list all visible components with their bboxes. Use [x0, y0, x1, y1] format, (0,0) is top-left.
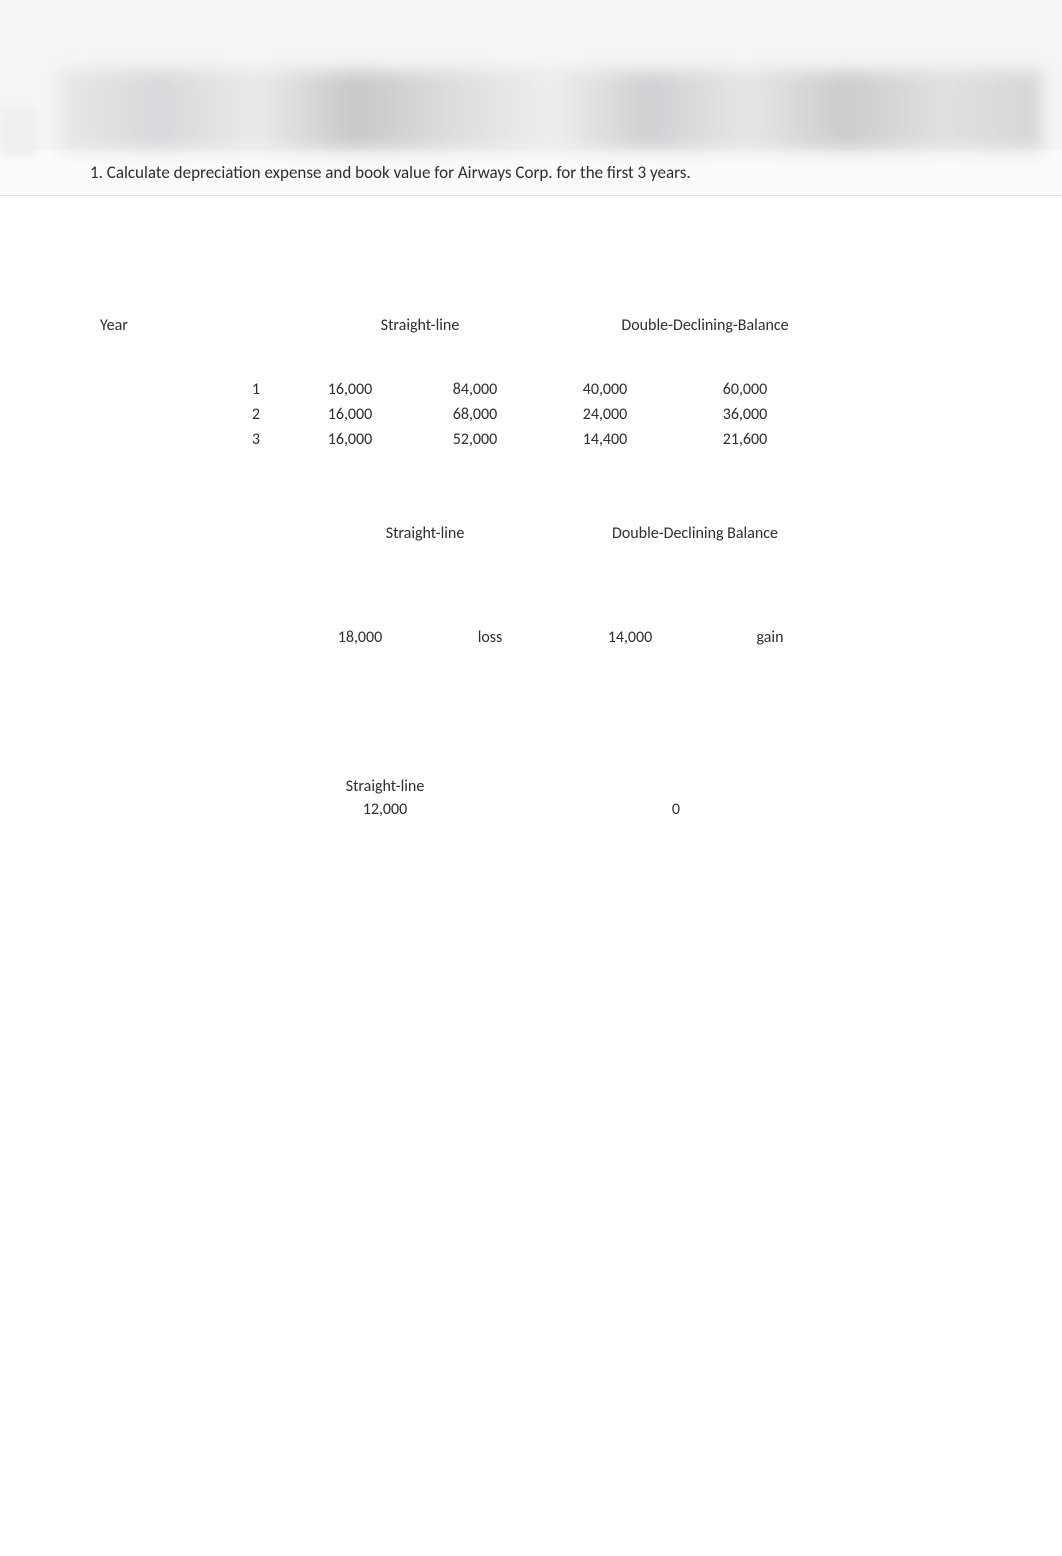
ddb-amount-cell: 14,000	[560, 628, 700, 647]
table-row: 3 16,000 52,000 14,400 21,600	[100, 430, 982, 449]
sidebar-handle	[0, 108, 35, 156]
sl-bv-cell: 68,000	[410, 405, 540, 424]
sl-depr-cell: 16,000	[290, 405, 410, 424]
ddb-depr-cell: 14,400	[540, 430, 670, 449]
year-cell: 1	[100, 380, 290, 399]
sl-depr-cell: 16,000	[290, 380, 410, 399]
ddb-bv-cell: 21,600	[670, 430, 820, 449]
table-row: 2 16,000 68,000 24,000 36,000	[100, 405, 982, 424]
sl-bv-cell: 52,000	[410, 430, 540, 449]
ddb-bv-cell: 60,000	[670, 380, 820, 399]
table2-header: Straight-line Double-Declining Balance	[100, 524, 982, 543]
section-gain-loss: Straight-line Double-Declining Balance 1…	[100, 524, 982, 647]
sl-bv-cell: 84,000	[410, 380, 540, 399]
sl-depr-cell: 16,000	[290, 430, 410, 449]
year-column-header: Year	[100, 316, 160, 335]
table-row: 1 16,000 84,000 40,000 60,000	[100, 380, 982, 399]
sl-amount-cell: 18,000	[300, 628, 420, 647]
header-area: 1. Calculate depreciation expense and bo…	[0, 0, 1062, 196]
ddb-result-cell: gain	[700, 628, 840, 647]
year-cell: 2	[100, 405, 290, 424]
straight-line-header-2: Straight-line	[315, 524, 535, 543]
sl-result-cell: loss	[420, 628, 560, 647]
ddb-depr-cell: 40,000	[540, 380, 670, 399]
table3-value-2: 0	[470, 800, 720, 819]
table2-row: 18,000 loss 14,000 gain	[100, 628, 982, 647]
table3-header: Straight-line	[100, 777, 982, 796]
section-final: Straight-line 12,000 0	[100, 777, 982, 819]
ddb-header: Double-Declining-Balance	[555, 316, 855, 335]
year-cell: 3	[100, 430, 290, 449]
ddb-bv-cell: 36,000	[670, 405, 820, 424]
blurred-content	[60, 70, 1042, 150]
straight-line-header: Straight-line	[315, 316, 525, 335]
table1-header: Year Straight-line Double-Declining-Bala…	[100, 316, 982, 335]
ddb-depr-cell: 24,000	[540, 405, 670, 424]
content-area: Year Straight-line Double-Declining-Bala…	[0, 196, 1062, 819]
table3-row: 12,000 0	[100, 800, 982, 819]
ddb-header-2: Double-Declining Balance	[555, 524, 835, 543]
table3-value-1: 12,000	[300, 800, 470, 819]
question-text: 1. Calculate depreciation expense and bo…	[0, 150, 1062, 196]
straight-line-header-3: Straight-line	[300, 777, 470, 796]
